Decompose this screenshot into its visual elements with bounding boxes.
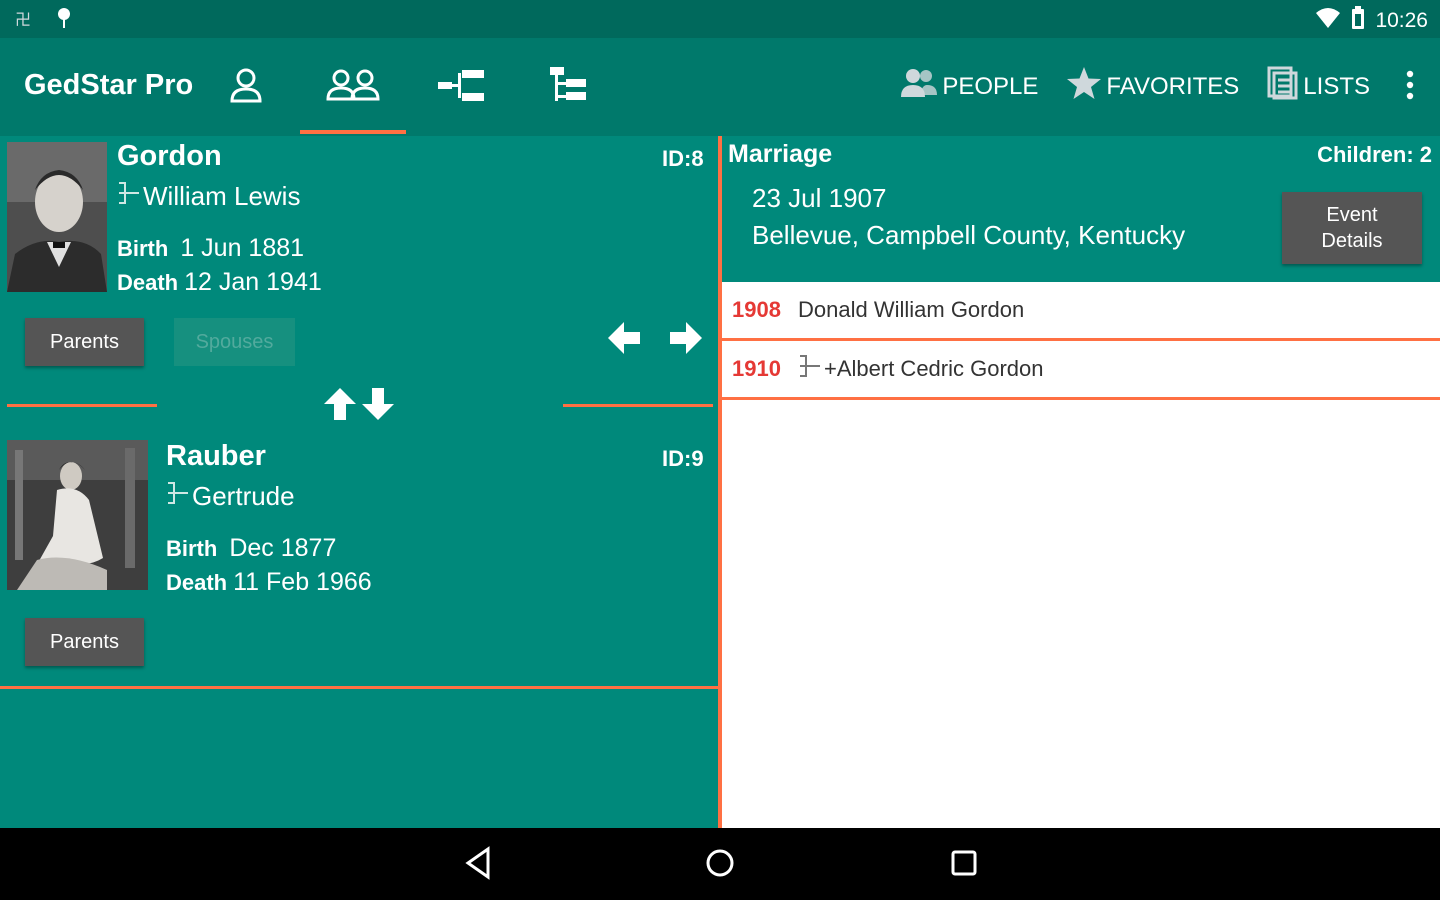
people-icon — [900, 67, 938, 106]
lists-button[interactable]: LISTS — [1267, 66, 1370, 107]
spouses-panel: Gordon ID:8 William Lewis Birth 1 Jun 188… — [0, 136, 718, 828]
tab-family[interactable] — [300, 38, 406, 136]
person-icon — [226, 65, 266, 110]
family-link-icon — [798, 353, 822, 385]
husband-given-name: William Lewis — [143, 181, 301, 211]
arrow-right-icon — [668, 322, 704, 360]
husband-birth: Birth 1 Jun 1881 — [117, 234, 304, 263]
divider-right — [563, 404, 713, 407]
status-bar: 卍 10:26 — [0, 0, 1440, 38]
home-button[interactable] — [704, 846, 736, 885]
tab-pedigree[interactable] — [408, 38, 514, 136]
app-title: GedStar Pro — [24, 69, 194, 101]
death-label: Death — [117, 270, 179, 295]
status-time: 10:26 — [1375, 8, 1428, 32]
notification-icon: 卍 — [14, 7, 38, 34]
child-row[interactable]: 1910 +Albert Cedric Gordon — [722, 341, 1440, 400]
divider-bottom — [0, 686, 718, 689]
star-icon — [1066, 66, 1102, 107]
people-label: PEOPLE — [942, 72, 1039, 100]
descendant-tree-icon — [546, 65, 590, 110]
wife-photo[interactable] — [7, 440, 148, 590]
wife-given-name-row: Gertrude — [166, 480, 295, 513]
children-count: Children: 2 — [1317, 142, 1432, 167]
favorites-label: FAVORITES — [1106, 72, 1240, 100]
marriage-panel: Marriage Children: 2 23 Jul 1907 Bellevu… — [722, 136, 1440, 282]
wife-given-name: Gertrude — [192, 481, 295, 511]
favorites-button[interactable]: FAVORITES — [1066, 66, 1239, 107]
previous-family-button[interactable] — [606, 320, 642, 361]
more-vert-icon — [1406, 70, 1414, 104]
overflow-menu-button[interactable] — [1406, 70, 1414, 105]
wife-surname: Rauber — [166, 440, 266, 472]
back-button[interactable] — [464, 846, 492, 885]
swap-spouses-button[interactable] — [322, 386, 396, 427]
marriage-title: Marriage — [728, 140, 833, 168]
recents-icon — [949, 850, 979, 884]
child-birth-year: 1910 — [732, 356, 781, 381]
death-label: Death — [166, 570, 228, 595]
family-link-icon — [117, 180, 141, 213]
lists-label: LISTS — [1303, 72, 1370, 100]
navigation-bar — [0, 828, 1440, 900]
arrow-left-icon — [606, 322, 642, 360]
app-bar: GedStar Pro PEOPLE FAVORITES LISTS — [0, 38, 1440, 136]
list-icon — [1267, 66, 1299, 107]
divider-left — [7, 404, 157, 407]
birth-label: Birth — [166, 536, 218, 561]
wife-birth: Birth Dec 1877 — [166, 534, 336, 563]
husband-surname: Gordon — [117, 140, 222, 172]
husband-photo[interactable] — [7, 142, 107, 292]
family-link-icon — [166, 480, 190, 513]
event-details-button[interactable]: Event Details — [1282, 192, 1422, 264]
wife-death: Death 11 Feb 1966 — [166, 568, 372, 597]
next-family-button[interactable] — [668, 320, 704, 361]
death-value: 11 Feb 1966 — [233, 568, 372, 596]
death-value: 12 Jan 1941 — [184, 268, 322, 296]
wife-id: ID:9 — [662, 446, 704, 471]
husband-spouses-button[interactable]: Spouses — [174, 318, 295, 366]
husband-death: Death 12 Jan 1941 — [117, 268, 322, 297]
arrow-down-icon — [360, 386, 396, 427]
child-name: Donald William Gordon — [798, 297, 1025, 322]
battery-icon — [1351, 6, 1365, 35]
child-name: +Albert Cedric Gordon — [824, 356, 1044, 381]
birth-value: 1 Jun 1881 — [180, 234, 305, 262]
location-pin-icon — [54, 6, 74, 35]
husband-given-name-row: William Lewis — [117, 180, 300, 213]
recents-button[interactable] — [949, 846, 979, 885]
event-details-label-2: Details — [1321, 230, 1383, 252]
husband-id: ID:8 — [662, 146, 704, 171]
tab-descendants[interactable] — [515, 38, 621, 136]
svg-text:卍: 卍 — [15, 10, 31, 29]
home-icon — [704, 849, 736, 884]
birth-label: Birth — [117, 236, 169, 261]
people-button[interactable]: PEOPLE — [900, 67, 1038, 106]
couple-icon — [324, 65, 382, 110]
arrow-up-icon — [322, 386, 358, 427]
tab-individual[interactable] — [193, 38, 299, 136]
marriage-date: 23 Jul 1907 — [752, 183, 887, 213]
event-details-label-1: Event — [1326, 204, 1378, 226]
birth-value: Dec 1877 — [229, 534, 337, 562]
child-row[interactable]: 1908 Donald William Gordon — [722, 282, 1440, 341]
back-icon — [464, 846, 492, 884]
wifi-icon — [1315, 7, 1341, 34]
children-list: 1908 Donald William Gordon 1910 +Albert … — [722, 282, 1440, 828]
pedigree-icon — [436, 67, 486, 108]
child-birth-year: 1908 — [732, 297, 781, 322]
husband-parents-button[interactable]: Parents — [25, 318, 144, 366]
wife-parents-button[interactable]: Parents — [25, 618, 144, 666]
marriage-place: Bellevue, Campbell County, Kentucky — [752, 220, 1186, 250]
